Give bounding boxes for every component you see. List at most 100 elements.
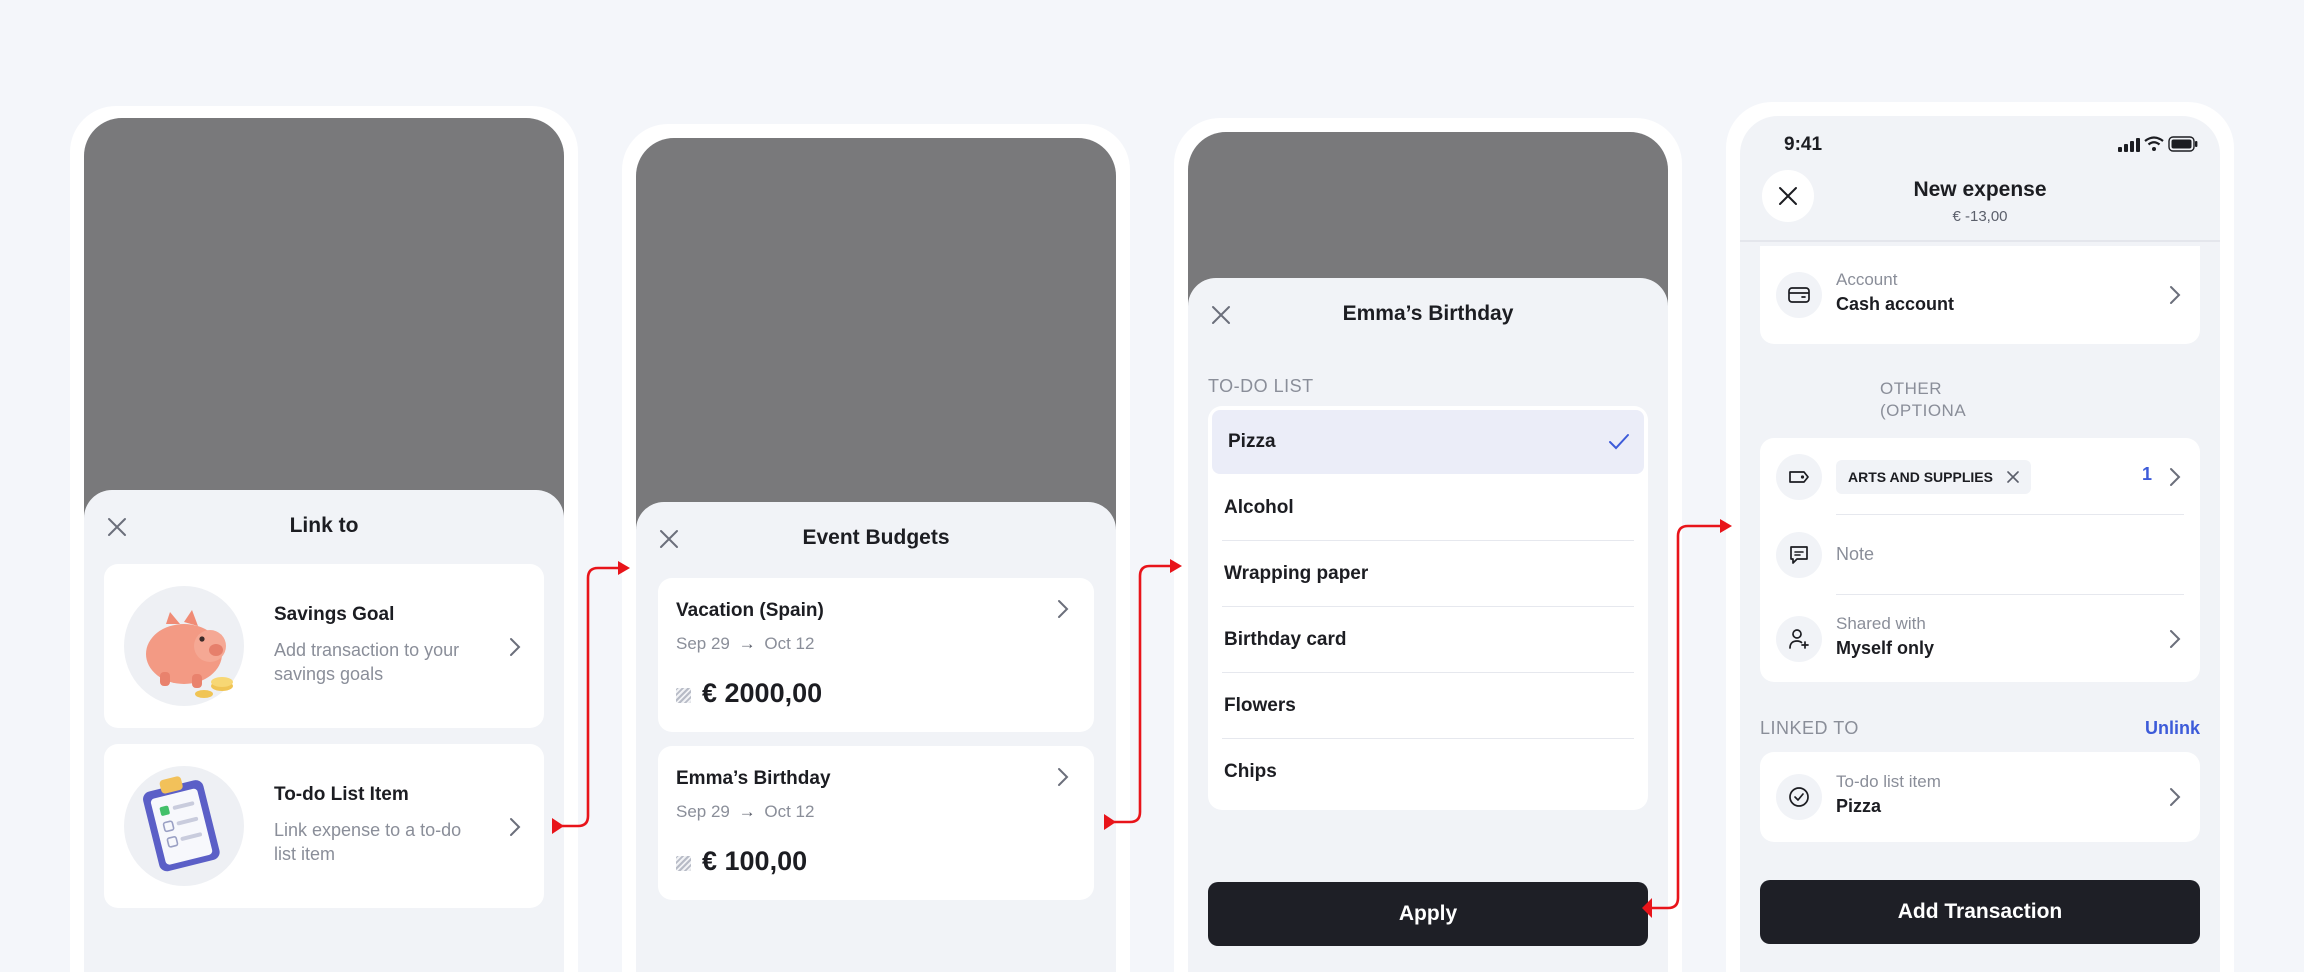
todo-item-label: Flowers xyxy=(1224,695,1296,716)
add-transaction-button[interactable]: Add Transaction xyxy=(1760,880,2200,944)
todo-list-item-title: To-do List Item xyxy=(274,784,409,805)
budget-end-date: Oct 12 xyxy=(764,802,815,821)
add-person-icon xyxy=(1776,616,1822,662)
todo-item-chips[interactable]: Chips xyxy=(1222,740,1634,804)
linked-to-label: LINKED TO xyxy=(1760,718,1859,738)
unlink-link[interactable]: Unlink xyxy=(2145,718,2200,739)
flow-arrow-3-to-4 xyxy=(1642,519,1732,918)
screen-new-expense: 9:41 New expense € -13,00 Account Cash a… xyxy=(1740,116,2220,972)
budget-card-emmas-birthday[interactable]: Emma’s Birthday Sep 29 → Oct 12 € 100,00 xyxy=(658,746,1094,900)
account-label: Account xyxy=(1836,270,1898,289)
budget-dates: Sep 29 → Oct 12 xyxy=(676,802,814,822)
todo-item-label: Pizza xyxy=(1228,431,1276,452)
note-icon xyxy=(1776,532,1822,578)
budget-pattern-icon xyxy=(676,688,691,703)
budget-amount: € 2000,00 xyxy=(702,678,823,708)
chevron-right-icon xyxy=(2170,286,2181,304)
tags-row[interactable]: ARTS AND SUPPLIES 1 xyxy=(1760,438,2200,516)
link-to-sheet: Link to Savings Goal Add transaction to … xyxy=(84,490,564,972)
clipboard-icon xyxy=(124,766,244,886)
todo-item-pizza[interactable]: Pizza xyxy=(1212,410,1644,474)
other-options-card: ARTS AND SUPPLIES 1 Note Shared with Mys… xyxy=(1760,438,2200,682)
savings-goal-title: Savings Goal xyxy=(274,604,395,625)
chevron-right-icon xyxy=(1058,600,1069,618)
budget-start-date: Sep 29 xyxy=(676,802,730,821)
todo-list-item-option[interactable]: To-do List Item Link expense to a to-do … xyxy=(104,744,544,908)
status-time: 9:41 xyxy=(1784,134,1823,155)
budget-name: Vacation (Spain) xyxy=(676,600,824,621)
phone-frame-link-to: Link to Savings Goal Add transaction to … xyxy=(70,106,578,972)
linked-item-value: Pizza xyxy=(1836,796,1882,816)
battery-icon xyxy=(2168,136,2198,152)
flow-arrow-2-to-3 xyxy=(1104,559,1182,830)
todo-item-alcohol[interactable]: Alcohol xyxy=(1222,476,1634,540)
todo-list-section-label: TO-DO LIST xyxy=(1208,376,1314,396)
divider xyxy=(1222,672,1634,673)
screen-emmas-birthday: Emma’s Birthday TO-DO LIST Pizza Alcohol… xyxy=(1188,132,1668,972)
dimmed-overlay[interactable] xyxy=(84,118,564,518)
todo-list-item-description: Link expense to a to-do list item xyxy=(274,820,462,864)
shared-with-label: Shared with xyxy=(1836,614,1926,633)
event-budgets-sheet: Event Budgets Vacation (Spain) Sep 29 → … xyxy=(636,502,1116,972)
budget-dates: Sep 29 → Oct 12 xyxy=(676,634,814,654)
header-divider xyxy=(1740,240,2220,242)
phone-frame-emmas-birthday: Emma’s Birthday TO-DO LIST Pizza Alcohol… xyxy=(1174,118,1682,972)
budget-card-vacation[interactable]: Vacation (Spain) Sep 29 → Oct 12 € 2000,… xyxy=(658,578,1094,732)
wifi-icon xyxy=(2144,136,2164,151)
divider xyxy=(1222,738,1634,739)
todo-list: Pizza Alcohol Wrapping paper Birthday ca… xyxy=(1208,406,1648,810)
piggy-bank-icon xyxy=(124,586,244,706)
sheet-title: Link to xyxy=(289,514,359,537)
budget-end-date: Oct 12 xyxy=(764,634,815,653)
tag-chip[interactable]: ARTS AND SUPPLIES xyxy=(1836,460,2031,494)
divider xyxy=(1836,514,2184,515)
todo-item-label: Wrapping paper xyxy=(1224,563,1369,584)
savings-goal-description: Add transaction to your savings goals xyxy=(274,640,460,684)
sheet-title: Emma’s Birthday xyxy=(1342,302,1514,325)
divider xyxy=(1836,594,2184,595)
tag-chip-label: ARTS AND SUPPLIES xyxy=(1848,469,1993,485)
apply-button[interactable]: Apply xyxy=(1208,882,1648,946)
divider xyxy=(1222,540,1634,541)
page-title: New expense xyxy=(1913,178,2047,201)
todo-item-label: Birthday card xyxy=(1224,629,1347,650)
chevron-right-icon xyxy=(2170,630,2181,648)
cellular-signal-icon xyxy=(2118,138,2140,152)
budget-name: Emma’s Birthday xyxy=(676,768,831,789)
chevron-right-icon xyxy=(2170,468,2181,486)
note-input[interactable]: Note xyxy=(1836,544,1874,565)
linked-item-type: To-do list item xyxy=(1836,772,1941,791)
budget-pattern-icon xyxy=(676,856,691,871)
chevron-right-icon xyxy=(510,638,521,656)
check-circle-icon xyxy=(1776,774,1822,820)
tag-icon xyxy=(1776,454,1822,500)
account-row[interactable]: Account Cash account xyxy=(1760,246,2200,344)
dimmed-overlay[interactable] xyxy=(636,138,1116,538)
divider xyxy=(1222,606,1634,607)
screen-link-to: Link to Savings Goal Add transaction to … xyxy=(84,118,564,972)
shared-with-row[interactable]: Shared with Myself only xyxy=(1760,596,2200,682)
tag-count: 1 xyxy=(2142,464,2153,484)
budget-start-date: Sep 29 xyxy=(676,634,730,653)
phone-frame-event-budgets: Event Budgets Vacation (Spain) Sep 29 → … xyxy=(622,124,1130,972)
other-optional-label: OTHER (OPTIONAL) xyxy=(1880,379,1966,420)
checkmark-icon xyxy=(1609,434,1629,450)
wallet-icon xyxy=(1776,272,1822,318)
screen-event-budgets: Event Budgets Vacation (Spain) Sep 29 → … xyxy=(636,138,1116,972)
todo-item-birthday-card[interactable]: Birthday card xyxy=(1222,608,1634,672)
phone-frame-new-expense: 9:41 New expense € -13,00 Account Cash a… xyxy=(1726,102,2234,972)
expense-amount: € -13,00 xyxy=(1952,208,2008,225)
budget-amount: € 100,00 xyxy=(702,846,808,876)
chevron-right-icon xyxy=(510,818,521,836)
chevron-right-icon xyxy=(2170,788,2181,806)
remove-tag-icon[interactable] xyxy=(2007,471,2019,483)
linked-item-card[interactable]: To-do list item Pizza xyxy=(1760,752,2200,842)
savings-goal-option[interactable]: Savings Goal Add transaction to your sav… xyxy=(104,564,544,728)
note-row[interactable]: Note xyxy=(1760,516,2200,596)
todo-item-label: Alcohol xyxy=(1224,497,1294,518)
todo-item-wrapping-paper[interactable]: Wrapping paper xyxy=(1222,542,1634,606)
todo-item-flowers[interactable]: Flowers xyxy=(1222,674,1634,738)
account-value: Cash account xyxy=(1836,294,1955,314)
todo-item-label: Chips xyxy=(1224,761,1277,782)
chevron-right-icon xyxy=(1058,768,1069,786)
